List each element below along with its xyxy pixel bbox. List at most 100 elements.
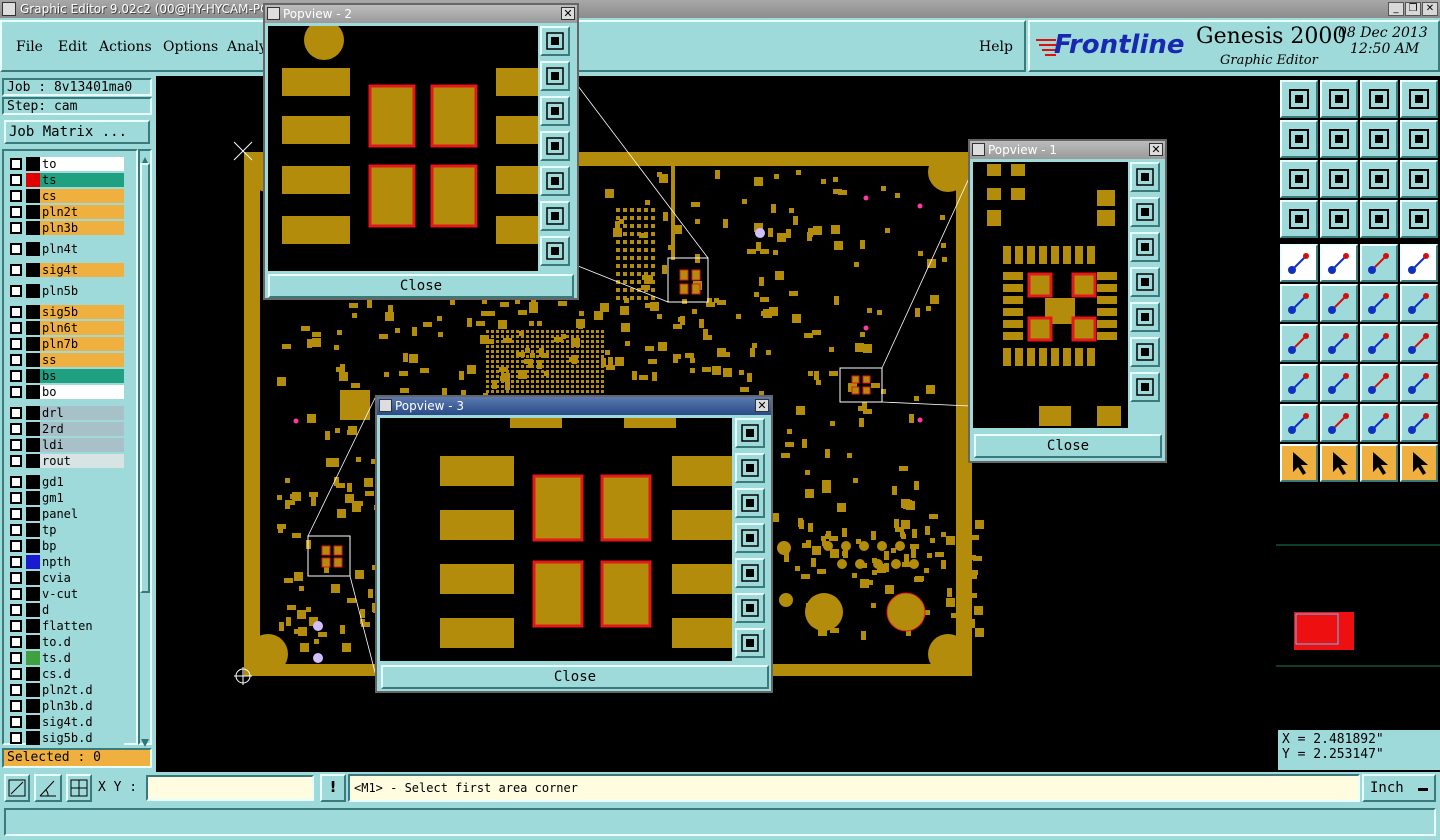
layer-row-sig5b.d[interactable]: sig5b.d [8,731,124,745]
layer-row-sig5b[interactable]: sig5b [8,305,124,319]
layer-name[interactable]: ss [40,353,124,367]
tool-grid-button[interactable] [1320,200,1358,238]
layer-row-gm1[interactable]: gm1 [8,491,124,505]
layer-color-swatch[interactable] [26,438,40,452]
command-line[interactable] [4,808,1436,836]
layer-checkbox[interactable] [10,158,22,170]
layer-name[interactable]: gd1 [40,475,124,489]
p1-pan-right-button[interactable] [1130,302,1160,332]
p3-zoom-in-button[interactable] [735,593,765,623]
p2-pan-up-button[interactable] [540,61,570,91]
layer-row-pln5b[interactable]: pln5b [8,284,124,298]
layer-color-swatch[interactable] [26,523,40,537]
tool-move-button[interactable] [1360,284,1398,322]
layer-name[interactable]: cs.d [40,667,124,681]
layer-row-d[interactable]: d [8,603,124,617]
popview-2-close-x[interactable]: ✕ [561,7,575,20]
p3-pan-right-button[interactable] [735,558,765,588]
layer-row-bp[interactable]: bp [8,539,124,553]
tool-connect-button[interactable] [1280,284,1318,322]
layer-checkbox[interactable] [10,243,22,255]
tool-net-all-button[interactable] [1400,200,1438,238]
layer-list-scrollbar[interactable] [138,149,152,747]
tool-split-view-button[interactable] [1400,80,1438,118]
layer-color-swatch[interactable] [26,406,40,420]
layer-color-swatch[interactable] [26,603,40,617]
tool-delete-x-button[interactable] [1320,284,1358,322]
layer-checkbox[interactable] [10,636,22,648]
layer-name[interactable]: bo [40,385,124,399]
layer-row-ts.d[interactable]: ts.d [8,651,124,665]
layer-checkbox[interactable] [10,370,22,382]
layer-name[interactable]: v-cut [40,587,124,601]
layer-name[interactable]: to [40,157,124,171]
layer-name[interactable]: npth [40,555,124,569]
tool-cut-button[interactable] [1320,364,1358,402]
popview-2-close-button[interactable]: Close [268,274,574,298]
layer-color-swatch[interactable] [26,305,40,319]
layer-name[interactable]: pln6t [40,321,124,335]
layer-color-swatch[interactable] [26,651,40,665]
layer-color-swatch[interactable] [26,571,40,585]
layer-row-sig4t.d[interactable]: sig4t.d [8,715,124,729]
tool-measure-button[interactable] [1360,364,1398,402]
layer-checkbox[interactable] [10,508,22,520]
layer-checkbox[interactable] [10,588,22,600]
p1-zoom-box-button[interactable] [1130,162,1160,192]
tool-drill-button[interactable] [1400,244,1438,282]
layer-name[interactable]: cvia [40,571,124,585]
layer-row-pln2t.d[interactable]: pln2t.d [8,683,124,697]
layer-color-swatch[interactable] [26,205,40,219]
layer-name[interactable]: pln2t [40,205,124,219]
layer-row-pln2t[interactable]: pln2t [8,205,124,219]
layer-name[interactable]: to.d [40,635,124,649]
layer-color-swatch[interactable] [26,385,40,399]
layer-color-swatch[interactable] [26,539,40,553]
layer-color-swatch[interactable] [26,284,40,298]
layer-name[interactable]: rout [40,454,124,468]
layer-checkbox[interactable] [10,492,22,504]
layer-checkbox[interactable] [10,386,22,398]
layer-row-cvia[interactable]: cvia [8,571,124,585]
layer-color-swatch[interactable] [26,263,40,277]
layer-color-swatch[interactable] [26,507,40,521]
layer-checkbox[interactable] [10,455,22,467]
tool-path-select-button[interactable] [1400,444,1438,482]
layer-color-swatch[interactable] [26,619,40,633]
tool-triangle-d-button[interactable] [1400,404,1438,442]
menu-edit[interactable]: Edit [58,39,87,55]
layer-color-swatch[interactable] [26,221,40,235]
layer-color-swatch[interactable] [26,555,40,569]
layer-name[interactable]: pln3b.d [40,699,124,713]
layer-color-swatch[interactable] [26,157,40,171]
layer-color-swatch[interactable] [26,337,40,351]
tool-triangle-b-button[interactable] [1320,404,1358,442]
layer-row-drl[interactable]: drl [8,406,124,420]
layer-row-ts[interactable]: ts [8,173,124,187]
tool-layer-up-button[interactable] [1280,80,1318,118]
layer-name[interactable]: gm1 [40,491,124,505]
layer-color-swatch[interactable] [26,321,40,335]
tool-box-select-button[interactable] [1320,444,1358,482]
layer-row-pln3b.d[interactable]: pln3b.d [8,699,124,713]
tool-layer-right-button[interactable] [1320,120,1358,158]
layer-checkbox[interactable] [10,206,22,218]
layer-row-panel[interactable]: panel [8,507,124,521]
popview-3-view[interactable] [380,418,732,661]
layer-color-swatch[interactable] [26,454,40,468]
menu-actions[interactable]: Actions [99,39,152,55]
layer-checkbox[interactable] [10,439,22,451]
tool-flip-button[interactable] [1400,324,1438,362]
tool-line-draw-button[interactable] [1320,324,1358,362]
layer-color-swatch[interactable] [26,715,40,729]
layer-color-swatch[interactable] [26,353,40,367]
p1-pan-up-button[interactable] [1130,197,1160,227]
layer-checkbox[interactable] [10,620,22,632]
p2-zoom-out-button[interactable] [540,236,570,266]
layer-checkbox[interactable] [10,338,22,350]
tool-triangle-a-button[interactable] [1280,404,1318,442]
p2-zoom-box-button[interactable] [540,26,570,56]
menu-options[interactable]: Options [163,39,218,55]
menu-analysis[interactable]: Analy [227,39,267,55]
tool-ruler-button[interactable] [1360,244,1398,282]
